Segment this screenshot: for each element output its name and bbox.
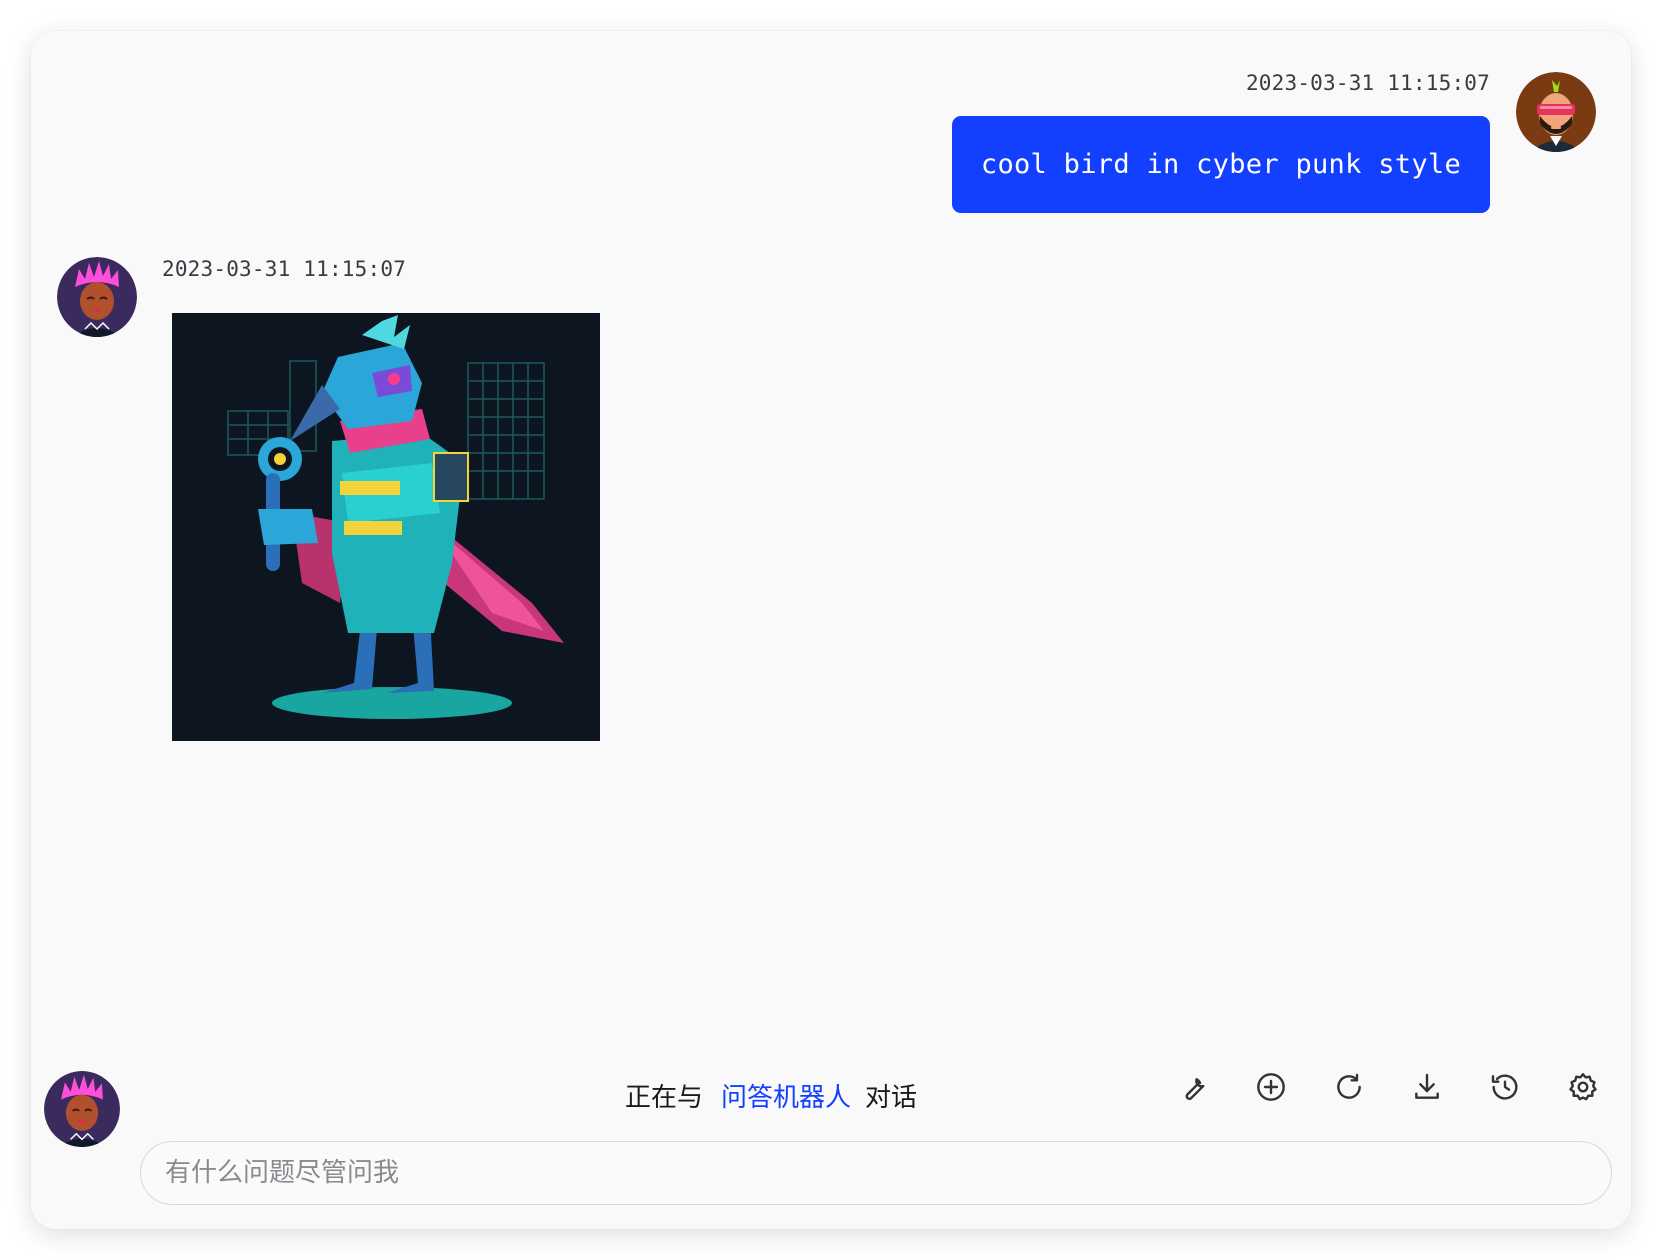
status-bot-name[interactable]: 问答机器人 (721, 1083, 851, 1113)
bot-avatar-icon (57, 257, 137, 337)
user-message-timestamp: 2023-03-31 11:15:07 (1245, 71, 1490, 95)
bot-avatar[interactable] (57, 257, 137, 337)
chat-window: 2023-03-31 11:15:07 cool bird in cyber p… (31, 31, 1631, 1229)
new-chat-button[interactable] (1255, 1071, 1287, 1103)
user-avatar-icon (1516, 72, 1596, 152)
input-avatar[interactable] (44, 1071, 120, 1147)
settings-button[interactable] (1567, 1071, 1599, 1103)
user-avatar[interactable] (1516, 72, 1596, 152)
bot-avatar-icon (44, 1071, 120, 1147)
download-button[interactable] (1411, 1071, 1443, 1103)
status-suffix: 对话 (865, 1083, 918, 1113)
generated-image[interactable] (172, 313, 600, 741)
tools-button[interactable] (1177, 1071, 1209, 1103)
bot-message-timestamp: 2023-03-31 11:15:07 (162, 257, 407, 281)
message-input[interactable] (140, 1141, 1612, 1205)
history-icon (1491, 1074, 1518, 1100)
status-prefix: 正在与 (624, 1083, 703, 1113)
wrench-icon (1185, 1078, 1205, 1101)
refresh-button[interactable] (1333, 1071, 1365, 1103)
user-message-bubble: cool bird in cyber punk style (951, 116, 1490, 213)
plus-circle-icon (1257, 1073, 1285, 1101)
gear-icon (1569, 1073, 1597, 1101)
chat-toolbar (1177, 1071, 1599, 1103)
download-icon (1415, 1073, 1439, 1099)
refresh-icon (1337, 1073, 1361, 1099)
cyberpunk-bird-image (172, 313, 600, 741)
history-button[interactable] (1489, 1071, 1521, 1103)
